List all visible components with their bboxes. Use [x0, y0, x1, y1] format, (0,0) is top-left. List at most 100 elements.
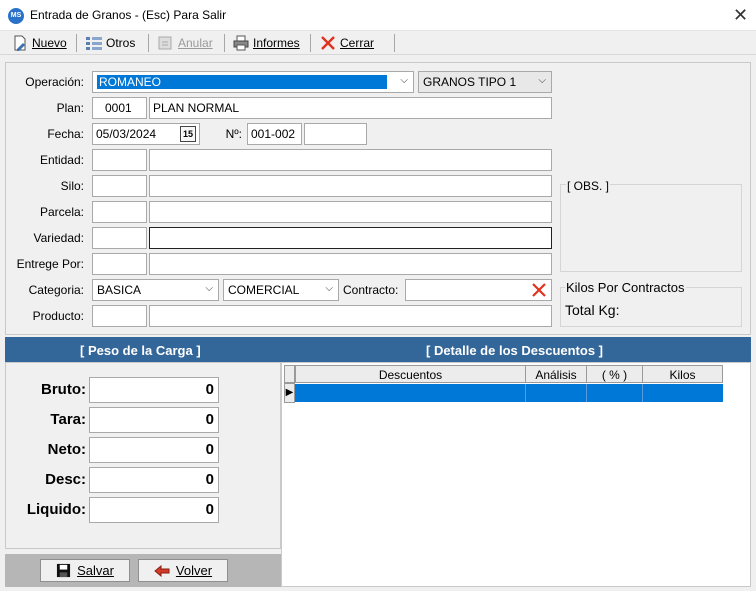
chevron-down-icon: ⌵ — [400, 75, 408, 86]
grid-header-analisis[interactable]: Análisis — [525, 365, 587, 383]
new-document-icon — [14, 35, 26, 51]
chevron-down-icon: ⌵ — [205, 283, 213, 294]
chevron-down-icon: ⌵ — [325, 283, 333, 294]
clear-x-icon[interactable] — [531, 282, 547, 298]
chevron-down-icon: ⌵ — [538, 75, 546, 86]
otros-button[interactable]: Otros — [86, 33, 135, 53]
informes-label: Informes — [253, 36, 300, 50]
toolbar: Nuevo Otros Anular Informes Cerrar — [0, 31, 756, 55]
row-indicator-icon: ▶ — [284, 383, 295, 403]
tara-field[interactable]: 0 — [89, 407, 219, 433]
back-arrow-icon — [154, 564, 170, 577]
categoria-value: BASICA — [97, 283, 142, 297]
section-header-bar: [ Peso de la Carga ] [ Detalle de los De… — [5, 337, 751, 362]
operacion-select[interactable]: ROMANEO ⌵ — [92, 71, 414, 93]
obs-label: [ OBS. ] — [566, 179, 611, 193]
cerrar-button[interactable]: Cerrar — [320, 33, 374, 53]
tara-label: Tara: — [50, 411, 86, 428]
producto-name-field[interactable] — [149, 305, 552, 327]
grid-cell-divider — [586, 384, 587, 402]
numero-label: Nº: — [225, 127, 242, 141]
total-kg-label: Total Kg: — [565, 302, 620, 318]
close-window-icon[interactable]: ✕ — [733, 5, 748, 26]
categoria2-select[interactable]: COMERCIAL ⌵ — [223, 279, 339, 301]
nuevo-button[interactable]: Nuevo — [12, 33, 67, 53]
parcela-name-field[interactable] — [149, 201, 552, 223]
salvar-button[interactable]: Salvar — [40, 559, 130, 582]
grid-header-porcentaje[interactable]: ( % ) — [586, 365, 643, 383]
categoria2-value: COMERCIAL — [228, 283, 300, 297]
variedad-label: Variedad: — [33, 231, 84, 245]
cerrar-label: Cerrar — [340, 36, 375, 50]
silo-name-field[interactable] — [149, 175, 552, 197]
grid-cell-divider — [642, 384, 643, 402]
variedad-code-field[interactable] — [92, 227, 147, 249]
toolbar-separator — [224, 34, 225, 52]
cancel-document-icon — [158, 36, 172, 50]
floppy-disk-icon — [57, 563, 71, 578]
producto-label: Producto: — [32, 309, 84, 323]
toolbar-separator — [76, 34, 77, 52]
entrege-code-field[interactable] — [92, 253, 147, 275]
variedad-name-field[interactable] — [149, 227, 552, 249]
entrege-name-field[interactable] — [149, 253, 552, 275]
entrege-label: Entrege Por: — [16, 257, 84, 271]
detalle-section-title: [ Detalle de los Descuentos ] — [426, 343, 603, 358]
neto-field[interactable]: 0 — [89, 437, 219, 463]
numero-extra-field[interactable] — [304, 123, 367, 145]
toolbar-separator — [310, 34, 311, 52]
bruto-label: Bruto: — [41, 381, 86, 398]
calendar-icon[interactable]: 15 — [180, 126, 196, 142]
toolbar-separator — [148, 34, 149, 52]
silo-label: Silo: — [60, 179, 84, 193]
entidad-code-field[interactable] — [92, 149, 147, 171]
operacion-value: ROMANEO — [97, 75, 387, 89]
plan-name-field[interactable]: PLAN NORMAL — [149, 97, 552, 119]
toolbar-separator — [394, 34, 395, 52]
desc-field[interactable]: 0 — [89, 467, 219, 493]
fecha-label: Fecha: — [47, 127, 84, 141]
neto-label: Neto: — [47, 441, 86, 458]
numero-field[interactable]: 001-002 — [247, 123, 302, 145]
categoria-select[interactable]: BASICA ⌵ — [92, 279, 219, 301]
informes-button[interactable]: Informes — [233, 33, 300, 53]
otros-label: Otros — [106, 36, 136, 50]
parcela-code-field[interactable] — [92, 201, 147, 223]
fecha-field[interactable]: 05/03/2024 15 — [92, 123, 200, 145]
plan-label: Plan: — [56, 101, 84, 115]
contracto-field[interactable] — [405, 279, 552, 301]
tipo-select[interactable]: GRANOS TIPO 1 ⌵ — [418, 71, 552, 93]
entidad-name-field[interactable] — [149, 149, 552, 171]
grid-header-kilos[interactable]: Kilos — [642, 365, 723, 383]
grid-corner — [284, 365, 295, 383]
producto-code-field[interactable] — [92, 305, 147, 327]
salvar-label: Salvar — [77, 563, 114, 578]
kilos-contracto-label: Kilos Por Contractos — [565, 280, 686, 295]
table-row[interactable] — [295, 384, 723, 402]
liquido-label: Liquido: — [26, 501, 86, 518]
app-logo-icon: MS — [8, 8, 24, 24]
volver-label: Volver — [175, 563, 213, 578]
grid-header-descuentos[interactable]: Descuentos — [295, 365, 526, 383]
silo-code-field[interactable] — [92, 175, 147, 197]
plan-code-field[interactable]: 0001 — [92, 97, 147, 119]
operacion-label: Operación: — [25, 75, 84, 89]
contracto-label: Contracto: — [343, 283, 399, 297]
list-icon — [86, 37, 102, 50]
printer-icon — [233, 35, 249, 51]
button-bar: Salvar Volver — [5, 554, 281, 587]
descuentos-grid[interactable]: Descuentos Análisis ( % ) Kilos ▶ — [281, 362, 751, 587]
red-x-icon — [321, 36, 335, 50]
categoria-label: Categoria: — [28, 283, 84, 297]
parcela-label: Parcela: — [39, 205, 84, 219]
anular-button[interactable]: Anular — [158, 33, 213, 53]
window-title: Entrada de Granos - (Esc) Para Salir — [30, 8, 227, 22]
desc-label: Desc: — [45, 471, 86, 488]
bruto-field[interactable]: 0 — [89, 377, 219, 403]
liquido-field[interactable]: 0 — [89, 497, 219, 523]
nuevo-label: Nuevo — [32, 36, 67, 50]
volver-button[interactable]: Volver — [138, 559, 228, 582]
peso-section-title: [ Peso de la Carga ] — [80, 343, 201, 358]
tipo-value: GRANOS TIPO 1 — [423, 75, 517, 89]
weight-panel: Bruto: 0 Tara: 0 Neto: 0 Desc: 0 Liquido… — [5, 362, 281, 549]
